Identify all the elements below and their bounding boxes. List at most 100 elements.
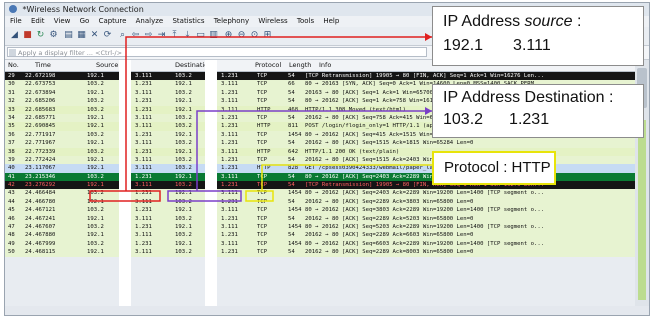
source-ip-callout: IP Address source : 192.1 3.111 (432, 6, 644, 66)
close-file-icon[interactable]: ✕ (89, 30, 100, 41)
menu-telephony[interactable]: Telephony (214, 17, 249, 25)
cell-no: 29 (8, 73, 15, 79)
packet-row[interactable]: 47 24.467607 103.2 1.231 192.1 3.111 TCP 1454 80… (5, 223, 635, 232)
display-filter-input[interactable]: Apply a display filter ... <Ctrl-/> (7, 47, 427, 57)
cell-length: 1454 (288, 224, 302, 231)
restart-capture-icon[interactable]: ↻ (35, 30, 46, 41)
cell-info: 20162 → 80 [ACK] Seq=2289 Ack=5203 Win=6… (305, 215, 474, 222)
menu-file[interactable]: File (10, 17, 22, 25)
menu-go[interactable]: Go (80, 17, 90, 25)
menu-tools[interactable]: Tools (297, 17, 314, 25)
protocol-callout-title: Protocol : HTTP (444, 159, 551, 176)
cell-destination: 192.1 (175, 131, 192, 138)
go-back-icon[interactable]: ⇦ (130, 30, 141, 41)
cell-destination: 103.2 (175, 249, 192, 256)
menu-view[interactable]: View (54, 17, 71, 25)
packet-row[interactable]: 44 24.466780 192.1 3.111 103.2 1.231 TCP 54 2016… (5, 197, 635, 207)
cell-destination-tail: 1.231 (221, 182, 238, 189)
zoom-in-icon[interactable]: ⊕ (223, 30, 234, 41)
bookmark-icon[interactable] (9, 49, 16, 56)
packet-row[interactable]: 49 24.467999 103.2 1.231 192.1 3.111 TCP 1454 80… (5, 239, 635, 249)
packet-row[interactable]: 37 22.771967 192.1 3.111 103.2 1.231 TCP 54 2016… (5, 139, 635, 148)
cell-destination-tail: 1.231 (221, 114, 238, 121)
menu-analyze[interactable]: Analyze (136, 17, 164, 25)
cell-source-tail: 3.111 (135, 140, 152, 147)
cell-length: 54 (288, 232, 295, 239)
cell-destination: 192.1 (175, 240, 192, 247)
last-packet-icon[interactable]: ⤓ (182, 30, 193, 41)
cell-source: 103.2 (87, 190, 104, 197)
packet-row[interactable]: 46 24.467241 192.1 3.111 103.2 1.231 TCP 54 2016… (5, 214, 635, 224)
go-forward-icon[interactable]: ⇨ (143, 30, 154, 41)
capture-options-icon[interactable]: ⚙ (48, 30, 59, 41)
cell-protocol: TCP (257, 156, 268, 163)
menu-help[interactable]: Help (323, 17, 339, 25)
cell-time: 24.467880 (25, 232, 56, 239)
resize-columns-icon[interactable]: ⊞ (262, 30, 273, 41)
cell-destination-tail: 1.231 (221, 165, 238, 172)
menu-edit[interactable]: Edit (31, 17, 45, 25)
cell-length: 54 (288, 156, 295, 163)
cell-info: 20162 → 80 [ACK] Seq=2289 Ack=6603 Win=6… (305, 232, 474, 239)
find-packet-icon[interactable]: ⌕ (117, 30, 128, 41)
source-ip-part-a: 192.1 (443, 37, 484, 54)
cell-protocol: HTTP (257, 123, 271, 130)
cell-protocol: TCP (257, 207, 268, 214)
source-callout-title: IP Address (443, 13, 525, 30)
cell-source: 192.1 (87, 215, 104, 222)
packet-row[interactable]: 29 22.672198 192.1 3.111 103.2 1.231 TCP 54 [TCP… (5, 72, 635, 81)
open-file-icon[interactable]: ▤ (63, 30, 74, 41)
packet-row[interactable]: 50 24.468115 192.1 3.111 103.2 1.231 TCP 54 2016… (5, 248, 635, 257)
cell-protocol: TCP (257, 224, 268, 231)
go-to-packet-icon[interactable]: ⇥ (156, 30, 167, 41)
source-ip-part-b: 3.111 (513, 37, 551, 54)
cell-destination: 192.1 (175, 148, 192, 155)
source-callout-emphasis: source (524, 13, 573, 30)
cell-protocol: TCP (257, 198, 268, 205)
cell-length: 54 (288, 89, 295, 96)
destination-ip-part-b: 1.231 (509, 111, 550, 128)
cell-length: 1454 (288, 207, 302, 214)
autoscroll-icon[interactable]: ▭ (195, 30, 206, 41)
cell-no: 49 (8, 240, 15, 247)
col-header-source[interactable]: Source (96, 60, 118, 71)
zoom-out-icon[interactable]: ⊖ (236, 30, 247, 41)
cell-source-tail: 1.231 (135, 81, 152, 88)
cell-source: 192.1 (87, 165, 104, 172)
wireshark-fin-icon (9, 5, 17, 13)
cell-source-tail: 1.231 (135, 106, 152, 113)
cell-source: 192.1 (87, 123, 104, 130)
save-file-icon[interactable]: ▦ (76, 30, 87, 41)
cell-source: 103.2 (87, 131, 104, 138)
cell-protocol: TCP (257, 232, 268, 239)
reload-icon[interactable]: ⟳ (102, 30, 113, 41)
start-capture-icon[interactable]: ◢ (9, 30, 20, 41)
cell-length: 811 (288, 123, 299, 130)
zoom-reset-icon[interactable]: ⊙ (249, 30, 260, 41)
cell-length: 54 (288, 140, 295, 147)
cell-destination: 192.1 (175, 106, 192, 113)
packet-row[interactable]: 43 24.466484 103.2 1.231 192.1 3.111 TCP 1454 80… (5, 189, 635, 198)
menu-statistics[interactable]: Statistics (172, 17, 204, 25)
cell-protocol: TCP (257, 215, 268, 222)
cell-no: 33 (8, 106, 15, 113)
cell-length: 1454 (288, 190, 302, 197)
col-header-time[interactable]: Time (35, 60, 51, 71)
packet-row[interactable]: 45 24.467121 103.2 1.231 192.1 3.111 TCP 1454 80… (5, 206, 635, 215)
col-header-no[interactable]: No. (8, 60, 19, 71)
packet-row[interactable]: 48 24.467880 192.1 3.111 103.2 1.231 TCP 54 2016… (5, 231, 635, 240)
col-header-info[interactable]: Info (319, 60, 331, 71)
cell-destination-tail: 3.111 (221, 173, 238, 180)
colorize-icon[interactable]: ▥ (208, 30, 219, 41)
cell-source: 103.2 (87, 148, 104, 155)
col-header-protocol[interactable]: Protocol (255, 60, 281, 71)
stop-capture-icon[interactable]: ■ (22, 30, 33, 41)
window-title: *Wireless Network Connection (22, 5, 144, 14)
first-packet-icon[interactable]: ⤒ (169, 30, 180, 41)
cell-protocol: TCP (257, 190, 268, 197)
cell-protocol: TCP (257, 173, 268, 180)
col-header-length[interactable]: Length (289, 60, 311, 71)
menu-capture[interactable]: Capture (99, 17, 127, 25)
cell-source-tail: 3.111 (135, 215, 152, 222)
menu-wireless[interactable]: Wireless (258, 17, 287, 25)
